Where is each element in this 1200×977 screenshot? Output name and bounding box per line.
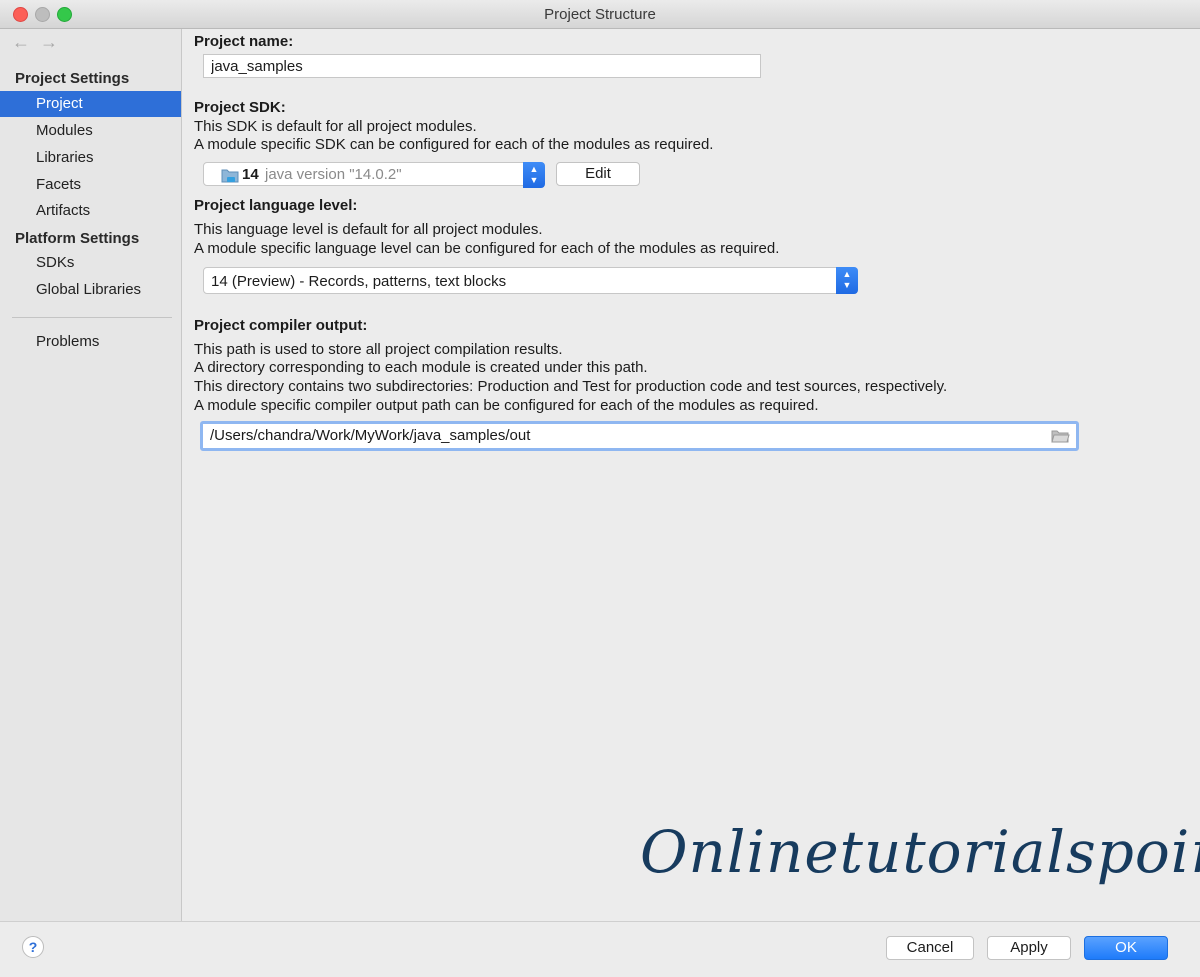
language-level-description-1: This language level is default for all p… [194, 221, 543, 238]
help-icon[interactable]: ? [22, 936, 44, 958]
project-name-input[interactable] [203, 54, 761, 78]
compiler-output-description-4: A module specific compiler output path c… [194, 397, 819, 414]
compiler-output-path-value: /Users/chandra/Work/MyWork/java_samples/… [210, 427, 531, 444]
apply-button[interactable]: Apply [987, 936, 1071, 960]
cancel-button[interactable]: Cancel [886, 936, 974, 960]
language-level-dropdown[interactable]: 14 (Preview) - Records, patterns, text b… [203, 267, 858, 294]
compiler-output-label: Project compiler output: [194, 317, 368, 334]
compiler-output-description-2: A directory corresponding to each module… [194, 359, 648, 376]
title-bar: Project Structure [0, 0, 1200, 29]
onlinetutorialspoint-watermark: Onlinetutorialspoint [640, 818, 1200, 886]
browse-folder-icon[interactable] [1051, 429, 1070, 443]
sidebar-item-libraries[interactable]: Libraries [0, 145, 181, 171]
forward-arrow-icon[interactable]: → [40, 32, 68, 52]
language-level-chevron-updown-icon[interactable]: ▲ ▼ [836, 267, 858, 294]
compiler-output-description-3: This directory contains two subdirectori… [194, 378, 948, 395]
sdk-chevron-updown-icon[interactable]: ▲ ▼ [523, 162, 545, 188]
sidebar-item-project[interactable]: Project [0, 91, 181, 117]
project-settings-heading: Project Settings [15, 70, 130, 87]
project-sdk-description-2: A module specific SDK can be configured … [194, 136, 714, 153]
sidebar-item-modules[interactable]: Modules [0, 118, 181, 144]
compiler-output-description-1: This path is used to store all project c… [194, 341, 563, 358]
language-level-value: 14 (Preview) - Records, patterns, text b… [211, 273, 507, 290]
language-level-label: Project language level: [194, 197, 358, 214]
dialog-footer: ? Cancel Apply OK [0, 921, 1200, 977]
project-name-label: Project name: [194, 33, 294, 50]
sdk-number: 14 [242, 166, 259, 183]
project-sdk-description-1: This SDK is default for all project modu… [194, 118, 477, 135]
nav-arrows: ←→ [12, 32, 68, 53]
project-structure-window: Project Structure ←→ Project Settings Pr… [0, 0, 1200, 977]
sidebar-item-problems[interactable]: Problems [0, 329, 181, 355]
language-level-description-2: A module specific language level can be … [194, 240, 780, 257]
edit-sdk-button[interactable]: Edit [556, 162, 640, 186]
sidebar-item-global-libraries[interactable]: Global Libraries [0, 277, 181, 303]
sidebar-item-sdks[interactable]: SDKs [0, 250, 181, 276]
ok-button[interactable]: OK [1084, 936, 1168, 960]
sdk-version: java version "14.0.2" [265, 166, 402, 183]
sidebar-item-artifacts[interactable]: Artifacts [0, 198, 181, 224]
sidebar-item-facets[interactable]: Facets [0, 172, 181, 198]
compiler-output-path-field[interactable]: /Users/chandra/Work/MyWork/java_samples/… [200, 421, 1079, 451]
platform-settings-heading: Platform Settings [15, 230, 140, 247]
project-sdk-label: Project SDK: [194, 99, 286, 116]
sidebar: ←→ Project Settings Project Modules Libr… [0, 29, 182, 921]
project-settings-panel: Project name: Project SDK: This SDK is d… [182, 29, 1200, 921]
window-title: Project Structure [544, 6, 656, 23]
project-sdk-dropdown[interactable]: 14 java version "14.0.2" ▲ ▼ [203, 162, 545, 188]
back-arrow-icon[interactable]: ← [12, 32, 40, 52]
sdk-folder-icon [221, 169, 239, 183]
sidebar-divider [12, 317, 172, 318]
